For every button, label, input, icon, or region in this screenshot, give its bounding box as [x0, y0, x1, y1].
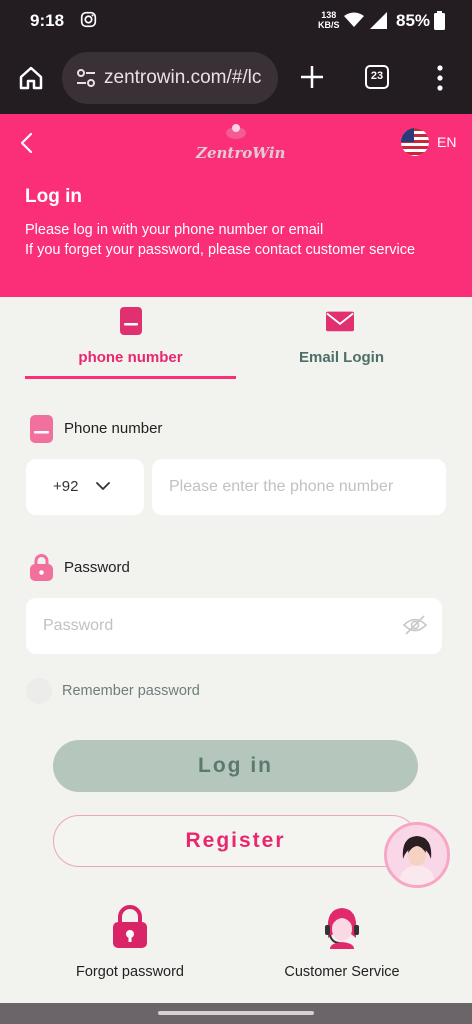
chevron-down-icon — [96, 482, 110, 490]
new-tab-icon[interactable] — [299, 64, 325, 90]
phone-number-label: Phone number — [64, 420, 163, 437]
remember-password-checkbox[interactable] — [26, 678, 52, 704]
status-time: 9:18 — [30, 11, 65, 30]
instagram-icon — [80, 11, 97, 28]
gesture-handle[interactable] — [158, 1011, 314, 1015]
tab-label: phone number — [78, 349, 183, 366]
wifi-icon — [344, 12, 364, 27]
battery-percent: 85% — [396, 11, 431, 30]
country-code-select[interactable]: +92 — [26, 459, 144, 515]
url-text: zentrowin.com/#/lc — [104, 67, 262, 88]
forgot-password-label: Forgot password — [76, 964, 184, 980]
support-agent-avatar — [387, 825, 447, 885]
lock-icon — [113, 905, 147, 948]
network-speed: 138 KB/S — [318, 10, 340, 30]
lock-icon — [30, 554, 53, 581]
login-button[interactable]: Log in — [53, 740, 418, 792]
customer-service-label: Customer Service — [284, 964, 400, 980]
tab-email-login[interactable]: Email Login — [236, 297, 447, 379]
navigation-gesture-area — [0, 1003, 472, 1024]
address-bar[interactable]: zentrowin.com/#/lc — [62, 52, 278, 104]
more-menu-icon[interactable] — [436, 64, 444, 92]
signal-icon — [370, 12, 387, 29]
back-arrow-icon[interactable] — [18, 132, 36, 154]
site-settings-icon[interactable] — [76, 69, 96, 87]
language-code: EN — [437, 134, 457, 150]
remember-password-label: Remember password — [62, 683, 200, 699]
phone-number-input[interactable] — [152, 459, 446, 515]
register-button[interactable]: Register — [53, 815, 418, 867]
tab-phone-number[interactable]: phone number — [25, 297, 236, 379]
browser-toolbar: zentrowin.com/#/lc 23 — [0, 42, 472, 114]
password-label: Password — [64, 559, 130, 576]
customer-service-icon — [325, 908, 359, 949]
tab-label: Email Login — [298, 349, 384, 366]
forgot-password-button[interactable]: Forgot password — [50, 905, 210, 985]
login-instructions: Please log in with your phone number or … — [25, 222, 416, 258]
logo-crown-icon — [226, 124, 246, 139]
password-input[interactable] — [26, 598, 442, 654]
battery-icon — [434, 11, 445, 30]
country-code-value: +92 — [53, 478, 79, 495]
tab-switcher-button[interactable]: 23 — [365, 65, 389, 89]
page-title: Log in — [25, 186, 82, 207]
phone-icon — [120, 307, 142, 335]
us-flag-icon — [401, 128, 429, 156]
page-header: ZentroWin EN Log in Please log in with y… — [0, 114, 472, 297]
brand-logo: ZentroWin — [196, 122, 286, 172]
phone-icon — [30, 415, 53, 443]
status-bar: 9:18 138 KB/S 85% — [0, 0, 472, 42]
envelope-icon — [326, 311, 354, 332]
home-icon[interactable] — [18, 65, 44, 91]
logo-text: ZentroWin — [196, 144, 286, 162]
customer-service-button[interactable]: Customer Service — [262, 905, 422, 985]
support-avatar-button[interactable] — [384, 822, 450, 888]
eye-off-icon[interactable] — [403, 614, 427, 636]
